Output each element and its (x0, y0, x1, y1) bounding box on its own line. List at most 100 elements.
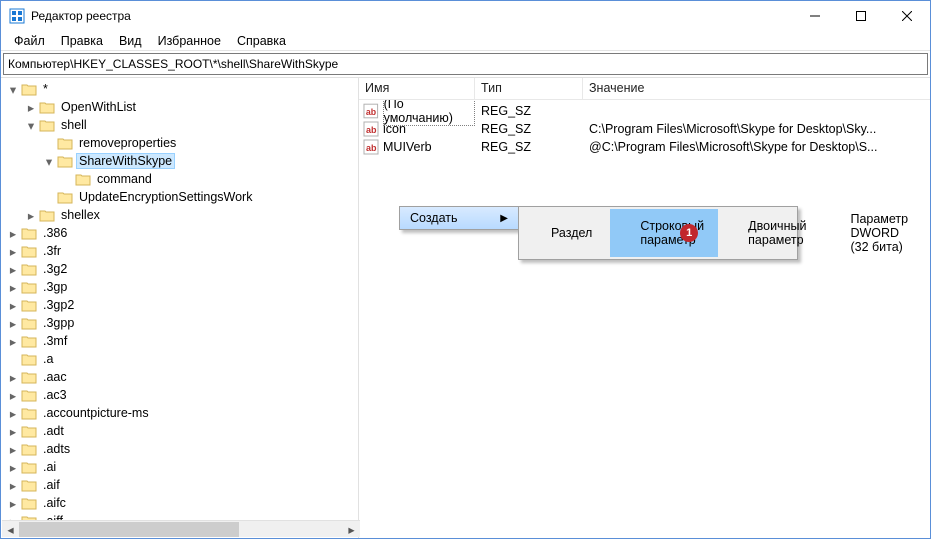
chevron-right-icon[interactable]: ▸ (7, 263, 19, 275)
context-item-dword[interactable]: Параметр DWORD (32 бита) (820, 209, 922, 257)
maximize-button[interactable] (838, 1, 884, 31)
folder-icon (21, 244, 37, 258)
string-icon: ab (363, 103, 379, 119)
scroll-thumb[interactable] (19, 522, 239, 537)
chevron-right-icon[interactable]: ▸ (25, 209, 37, 221)
tree-node-star[interactable]: ▾ * (7, 80, 358, 98)
context-item-string[interactable]: Строковый параметр 1 (610, 209, 718, 257)
value-data: @C:\Program Files\Microsoft\Skype for De… (583, 140, 930, 154)
menubar: Файл Правка Вид Избранное Справка (1, 31, 930, 51)
address-bar[interactable]: Компьютер\HKEY_CLASSES_ROOT\*\shell\Shar… (3, 53, 928, 75)
tree-node-3gp[interactable]: ▸.3gp (7, 278, 358, 296)
tree-node-updateencryption[interactable]: UpdateEncryptionSettingsWork (43, 188, 358, 206)
value-type: REG_SZ (475, 140, 583, 154)
context-item-qword[interactable]: Параметр QWORD (64 бита) (922, 209, 930, 257)
scroll-left-button[interactable]: ◂ (2, 521, 19, 538)
tree-node-3gpp[interactable]: ▸.3gpp (7, 314, 358, 332)
tree-node-adts[interactable]: ▸.adts (7, 440, 358, 458)
column-name[interactable]: Имя (359, 78, 475, 99)
scroll-right-button[interactable]: ▸ (343, 521, 360, 538)
menu-help[interactable]: Справка (230, 34, 293, 48)
value-row[interactable]: abiconREG_SZC:\Program Files\Microsoft\S… (359, 120, 930, 138)
value-name: icon (383, 122, 406, 136)
folder-icon (39, 100, 55, 114)
folder-icon (21, 370, 37, 384)
window-title: Редактор реестра (31, 9, 131, 23)
chevron-right-icon[interactable]: ▸ (7, 497, 19, 509)
chevron-right-icon[interactable]: ▸ (7, 299, 19, 311)
folder-icon (39, 118, 55, 132)
tree-node-aac[interactable]: ▸.aac (7, 368, 358, 386)
folder-icon (57, 136, 73, 150)
chevron-right-icon[interactable]: ▸ (7, 479, 19, 491)
tree-node-386[interactable]: ▸.386 (7, 224, 358, 242)
svg-text:ab: ab (366, 125, 377, 135)
value-name: MUIVerb (383, 140, 432, 154)
value-row[interactable]: ab MUIVerb REG_SZ@C:\Program Files\Microso… (359, 138, 930, 156)
folder-icon (21, 478, 37, 492)
chevron-right-icon[interactable]: ▸ (7, 461, 19, 473)
minimize-button[interactable] (792, 1, 838, 31)
tree-node-command[interactable]: command (61, 170, 358, 188)
column-value[interactable]: Значение (583, 78, 930, 99)
context-item-create[interactable]: Создать ▶ (400, 207, 518, 229)
chevron-right-icon[interactable]: ▸ (7, 371, 19, 383)
value-type: REG_SZ (475, 104, 583, 118)
close-button[interactable] (884, 1, 930, 31)
tree-node-removeproperties[interactable]: removeproperties (43, 134, 358, 152)
folder-icon (21, 406, 37, 420)
address-text: Компьютер\HKEY_CLASSES_ROOT\*\shell\Shar… (8, 57, 338, 71)
folder-icon (21, 262, 37, 276)
tree-node-shellex[interactable]: ▸shellex (25, 206, 358, 224)
tree-node-ai[interactable]: ▸.ai (7, 458, 358, 476)
tree-node-3mf[interactable]: ▸.3mf (7, 332, 358, 350)
chevron-right-icon[interactable]: ▸ (7, 245, 19, 257)
chevron-right-icon[interactable]: ▸ (7, 425, 19, 437)
chevron-right-icon[interactable]: ▸ (7, 335, 19, 347)
tree-node-shell[interactable]: ▾shell (25, 116, 358, 134)
folder-icon (75, 172, 91, 186)
tree-node-3g2[interactable]: ▸.3g2 (7, 260, 358, 278)
chevron-right-icon[interactable]: ▸ (7, 281, 19, 293)
value-type: REG_SZ (475, 122, 583, 136)
folder-icon (57, 190, 73, 204)
string-icon: ab (363, 121, 379, 137)
chevron-down-icon[interactable]: ▾ (7, 83, 19, 95)
menu-edit[interactable]: Правка (54, 34, 110, 48)
svg-text:ab: ab (366, 143, 377, 153)
context-item-binary[interactable]: Двоичный параметр (718, 209, 820, 257)
tree-node-aif[interactable]: ▸.aif (7, 476, 358, 494)
menu-view[interactable]: Вид (112, 34, 149, 48)
folder-icon (39, 208, 55, 222)
chevron-right-icon[interactable]: ▸ (7, 227, 19, 239)
svg-text:ab: ab (366, 107, 376, 117)
chevron-down-icon[interactable]: ▾ (25, 119, 37, 131)
value-row[interactable]: ab(По умолчанию)REG_SZ (359, 102, 930, 120)
list-body[interactable]: ab(По умолчанию)REG_SZabiconREG_SZC:\Pro… (359, 100, 930, 538)
chevron-right-icon[interactable]: ▸ (7, 317, 19, 329)
tree-node-adt[interactable]: ▸.adt (7, 422, 358, 440)
chevron-right-icon[interactable]: ▸ (7, 407, 19, 419)
tree-node-aifc[interactable]: ▸.aifc (7, 494, 358, 512)
tree-node-openwithlist[interactable]: ▸OpenWithList (25, 98, 358, 116)
titlebar: Редактор реестра (1, 1, 930, 31)
horizontal-scrollbar[interactable]: ◂ ▸ (2, 520, 360, 537)
chevron-right-icon[interactable]: ▸ (25, 101, 37, 113)
list-pane[interactable]: Имя Тип Значение ab(По умолчанию)REG_SZa… (359, 78, 930, 538)
context-item-key[interactable]: Раздел (521, 209, 606, 257)
menu-file[interactable]: Файл (7, 34, 52, 48)
chevron-right-icon[interactable]: ▸ (7, 389, 19, 401)
tree-pane[interactable]: ▾ * ▸OpenWithList ▾shell removepropertie… (1, 78, 359, 538)
tree-node-a[interactable]: .a (7, 350, 358, 368)
menu-favorites[interactable]: Избранное (151, 34, 228, 48)
chevron-down-icon[interactable]: ▾ (43, 155, 55, 167)
chevron-right-icon: ▶ (500, 213, 508, 224)
tree-node-ac3[interactable]: ▸.ac3 (7, 386, 358, 404)
tree-node-3fr[interactable]: ▸.3fr (7, 242, 358, 260)
chevron-right-icon[interactable]: ▸ (7, 443, 19, 455)
column-type[interactable]: Тип (475, 78, 583, 99)
tree-node-accountpicture[interactable]: ▸.accountpicture-ms (7, 404, 358, 422)
tree-node-sharewithskype[interactable]: ▾ShareWithSkype (43, 152, 358, 170)
tree-node-3gp2[interactable]: ▸.3gp2 (7, 296, 358, 314)
folder-icon (21, 352, 37, 366)
